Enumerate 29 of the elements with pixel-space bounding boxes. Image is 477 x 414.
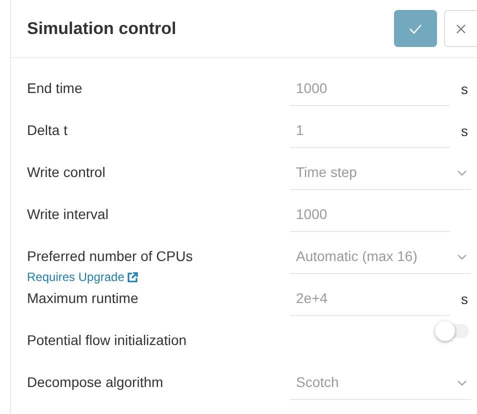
field-label: Decompose algorithm [27, 373, 164, 392]
close-button[interactable] [444, 10, 477, 47]
unit-label: s [461, 290, 468, 308]
check-icon [409, 24, 422, 34]
field-label: Write control [27, 163, 106, 182]
unit-label: s [461, 80, 468, 98]
select-field[interactable]: Time step [290, 156, 471, 190]
field-label: Potential flow initialization [27, 331, 188, 350]
upgrade-link[interactable]: Requires Upgrade [27, 268, 290, 286]
toggle-switch[interactable] [437, 324, 469, 338]
field-label: Preferred number of CPUs [27, 247, 194, 266]
confirm-button[interactable] [394, 10, 437, 47]
panel-title: Simulation control [27, 18, 176, 40]
input-field[interactable]: 1000 [290, 72, 450, 106]
close-icon [456, 24, 466, 34]
unit-label: s [461, 122, 468, 140]
chevron-down-icon [457, 380, 467, 386]
input-field[interactable]: 1 [290, 114, 450, 148]
input-field[interactable]: 2e+4 [290, 282, 450, 316]
field-label: End time [27, 79, 84, 98]
external-link-icon [127, 272, 138, 282]
field-label: Write interval [27, 205, 110, 224]
field-label: Maximum runtime [27, 289, 140, 308]
chevron-down-icon [457, 170, 467, 176]
input-field[interactable]: 1000 [290, 198, 450, 232]
select-field[interactable]: Automatic (max 16) [290, 240, 471, 274]
select-field[interactable]: Scotch [290, 366, 471, 400]
field-label: Delta t [27, 121, 68, 140]
chevron-down-icon [457, 254, 467, 260]
